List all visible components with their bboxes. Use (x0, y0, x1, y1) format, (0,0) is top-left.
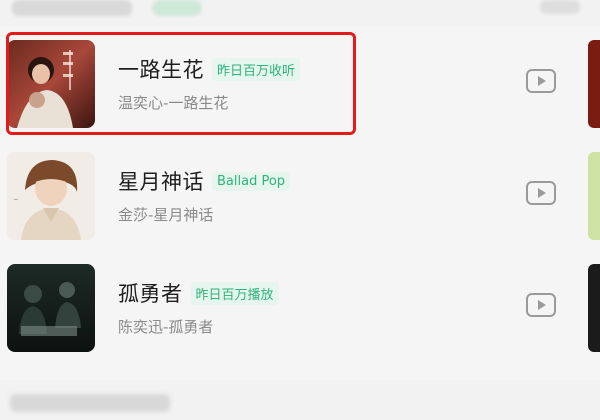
song-row[interactable]: 孤勇者 昨日百万播放 陈奕迅-孤勇者 (0, 258, 600, 370)
section-title-blurred (12, 0, 132, 16)
song-row[interactable]: ~ 星月神话 Ballad Pop 金莎-星月神话 (0, 146, 600, 258)
song-artist: 温奕心-一路生花 (118, 94, 229, 112)
next-card-peek[interactable] (588, 264, 600, 352)
album-cover[interactable]: ~ (7, 152, 95, 240)
song-artist: 金莎-星月神话 (118, 206, 214, 224)
song-title: 星月神话 (118, 170, 204, 194)
svg-text:~: ~ (13, 196, 19, 204)
song-title: 一路生花 (118, 58, 204, 82)
play-icon[interactable] (526, 181, 556, 205)
next-card-peek[interactable] (588, 40, 600, 128)
title-line: 星月神话 Ballad Pop (118, 166, 291, 196)
song-artist: 陈奕迅-孤勇者 (118, 318, 214, 336)
song-list-screen: 一路生花 昨日百万收听 温奕心-一路生花 ~ 星月神话 Ballad Pop 金… (0, 0, 600, 420)
album-cover[interactable] (7, 264, 95, 352)
section-header (0, 0, 600, 26)
song-tag: 昨日百万收听 (212, 57, 301, 81)
song-tag: 昨日百万播放 (190, 281, 279, 305)
play-icon[interactable] (526, 293, 556, 317)
album-cover[interactable] (7, 40, 95, 128)
next-card-peek[interactable] (588, 152, 600, 240)
title-line: 孤勇者 昨日百万播放 (118, 278, 279, 308)
song-title: 孤勇者 (118, 282, 183, 306)
song-tag: Ballad Pop (212, 171, 291, 191)
more-link-blurred[interactable] (540, 0, 580, 14)
section-chip-blurred[interactable] (152, 0, 202, 16)
song-row[interactable]: 一路生花 昨日百万收听 温奕心-一路生花 (0, 34, 600, 146)
title-line: 一路生花 昨日百万收听 (118, 54, 301, 84)
play-icon[interactable] (526, 69, 556, 93)
next-section-title-blurred (10, 394, 170, 412)
next-section-header (0, 380, 600, 420)
